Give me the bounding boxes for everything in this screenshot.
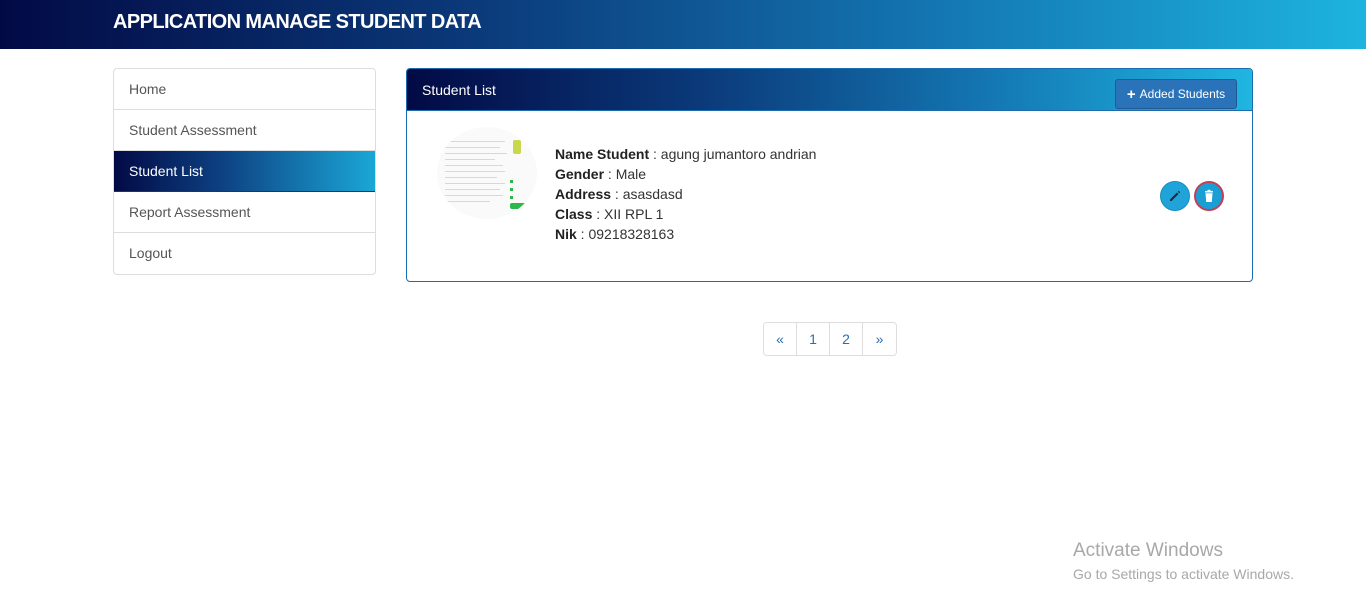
- trash-icon: [1205, 189, 1213, 202]
- gender-label: Gender: [555, 166, 605, 182]
- student-info: Name Student : agung jumantoro andrian G…: [555, 144, 816, 244]
- pagination-page-2[interactable]: 2: [830, 323, 863, 355]
- sidebar-item-home[interactable]: Home: [114, 69, 375, 110]
- pagination: « 1 2 »: [763, 322, 897, 356]
- sidebar-item-student-list[interactable]: Student List: [114, 151, 375, 192]
- sidebar-menu: Home Student Assessment Student List Rep…: [113, 68, 376, 275]
- app-title[interactable]: APPLICATION MANAGE STUDENT DATA: [113, 11, 482, 34]
- student-photo: [437, 127, 537, 219]
- pencil-icon: [1170, 190, 1181, 201]
- pagination-next[interactable]: »: [863, 323, 896, 355]
- student-class-row: Class : XII RPL 1: [555, 206, 664, 222]
- student-name: agung jumantoro andrian: [660, 146, 817, 162]
- class-label: Class: [555, 206, 593, 222]
- address-label: Address: [555, 186, 612, 202]
- student-nik: 09218328163: [588, 226, 675, 242]
- student-nik-row: Nik : 09218328163: [555, 226, 675, 242]
- student-gender: Male: [615, 166, 647, 182]
- add-students-button[interactable]: + Added Students: [1115, 79, 1237, 109]
- name-label: Name Student: [555, 146, 650, 162]
- plus-icon: +: [1126, 85, 1136, 103]
- student-gender-row: Gender : Male: [555, 166, 647, 182]
- sidebar-item-student-assessment[interactable]: Student Assessment: [114, 110, 375, 151]
- windows-activation-watermark: Activate Windows Go to Settings to activ…: [1073, 540, 1294, 584]
- top-navbar: APPLICATION MANAGE STUDENT DATA: [0, 0, 1366, 49]
- student-list-panel: Student List + Added Students Name Stude…: [406, 68, 1253, 282]
- student-address-row: Address : asasdasd: [555, 186, 683, 202]
- panel-heading: Student List + Added Students: [407, 69, 1252, 111]
- sidebar-item-logout[interactable]: Logout: [114, 233, 375, 274]
- student-address: asasdasd: [622, 186, 683, 202]
- panel-title: Student List: [422, 82, 496, 98]
- watermark-subtitle: Go to Settings to activate Windows.: [1073, 566, 1294, 582]
- pagination-prev[interactable]: «: [764, 323, 797, 355]
- nik-label: Nik: [555, 226, 577, 242]
- delete-student-button[interactable]: [1194, 181, 1224, 211]
- student-class: XII RPL 1: [604, 206, 664, 222]
- pagination-page-1[interactable]: 1: [797, 323, 830, 355]
- add-students-label: Added Students: [1139, 87, 1226, 101]
- watermark-title: Activate Windows: [1073, 540, 1223, 561]
- sidebar-item-report-assessment[interactable]: Report Assessment: [114, 192, 375, 233]
- student-name-row: Name Student : agung jumantoro andrian: [555, 146, 817, 162]
- edit-student-button[interactable]: [1160, 181, 1190, 211]
